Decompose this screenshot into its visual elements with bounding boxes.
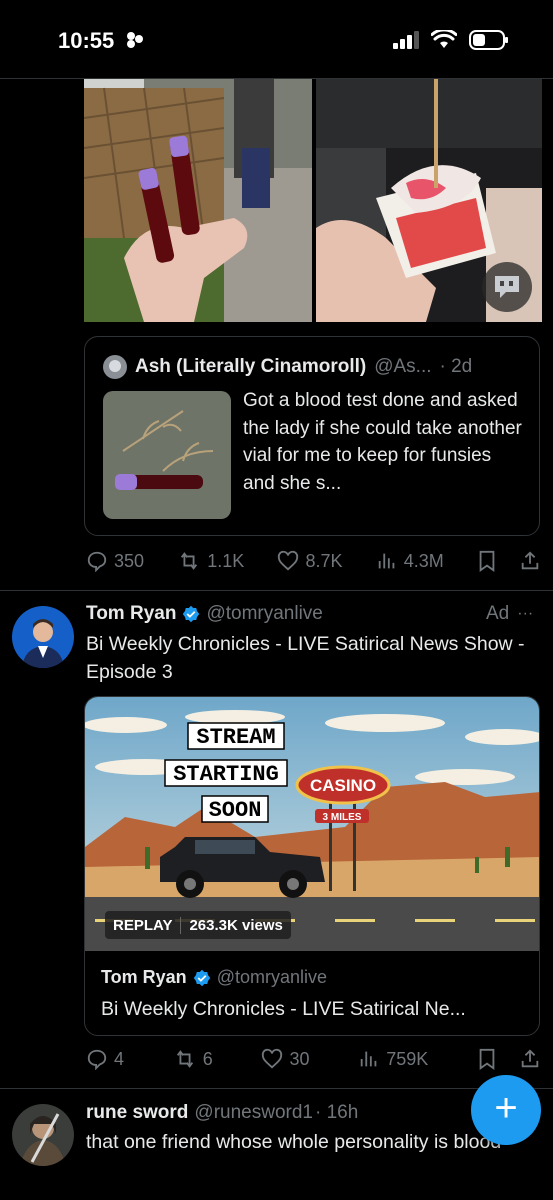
heart-icon [262, 1048, 283, 1069]
share-icon[interactable] [519, 1048, 541, 1070]
ad-author-name[interactable]: Tom Ryan [86, 603, 176, 625]
compose-plus-icon: + [494, 1086, 518, 1130]
more-options-icon[interactable]: ··· [517, 605, 533, 623]
views-count: 759K [386, 1048, 429, 1069]
thumbnail-casino-text: CASINO [310, 776, 376, 795]
status-icons [393, 30, 509, 50]
quoted-post-thumbnail [103, 391, 231, 519]
quoted-post-age: · 2d [439, 356, 473, 377]
card-title: Bi Weekly Chronicles - LIVE Satirical Ne… [101, 998, 466, 1020]
ad-label-group: Ad ··· [486, 603, 533, 625]
quoted-author-handle: @As... [374, 356, 432, 377]
ad-action-bar: 4 6 30 759K [86, 1046, 541, 1072]
reply-fab-bubble[interactable] [482, 262, 532, 312]
bookmark-icon[interactable] [477, 1048, 497, 1070]
repost-count: 6 [202, 1048, 213, 1069]
post-divider [0, 590, 553, 591]
bookmark-icon[interactable] [477, 550, 497, 572]
views-button[interactable]: 4.3M [376, 550, 444, 572]
post-image-blood-vials[interactable] [84, 78, 312, 322]
quoted-post-header: Ash (Literally Cinamoroll) @As... · 2d [103, 355, 472, 379]
video-views-label: 263.3K views [189, 916, 283, 934]
post3-text: that one friend whose whole personality … [86, 1131, 502, 1153]
card-author-row: Tom Ryan @tomryanlive [101, 967, 327, 988]
tom-ryan-avatar[interactable] [12, 606, 74, 668]
repost-icon [176, 1050, 193, 1068]
quoted-author-name: Ash (Literally Cinamoroll) [135, 356, 367, 377]
views-button[interactable]: 759K [358, 1048, 428, 1070]
like-count: 8.7K [305, 550, 343, 571]
verified-badge-icon [193, 969, 210, 986]
status-time: 10:55 [58, 28, 148, 54]
ad-label: Ad [486, 603, 510, 624]
repost-button[interactable]: 1.1K [177, 550, 244, 572]
post3-author-handle[interactable]: @runesword1 [194, 1102, 313, 1124]
like-button[interactable]: 8.7K [277, 550, 343, 572]
reply-button[interactable]: 4 [86, 1048, 124, 1070]
card-author-name: Tom Ryan [101, 967, 187, 987]
video-card[interactable]: STREAM STARTING SOON CASINO 3 MILES REPL… [84, 696, 540, 1036]
rune-sword-avatar[interactable] [12, 1104, 74, 1166]
quoted-post-text: Got a blood test done and asked the lady… [243, 390, 522, 494]
heart-icon [278, 550, 299, 571]
post3-header: rune sword @runesword1 · 16h [86, 1102, 358, 1124]
cellular-signal-icon [393, 31, 419, 49]
repost-button[interactable]: 6 [173, 1048, 213, 1070]
views-count: 4.3M [403, 550, 444, 571]
battery-icon [469, 30, 508, 50]
thumbnail-starting-text: STARTING [173, 762, 279, 787]
reply-button[interactable]: 350 [86, 550, 144, 572]
replay-label: REPLAY [105, 916, 182, 934]
quoted-author-avatar [103, 355, 127, 379]
reply-icon [87, 551, 107, 572]
ad-post-header: Tom Ryan @tomryanlive [86, 603, 323, 625]
quoted-post[interactable]: Ash (Literally Cinamoroll) @As... · 2d G… [84, 336, 540, 536]
repost-count: 1.1K [207, 550, 245, 571]
wifi-icon [431, 30, 457, 48]
share-icon[interactable] [519, 550, 541, 572]
reply-count: 350 [114, 550, 145, 571]
compose-post-button[interactable]: + [471, 1075, 541, 1145]
like-button[interactable]: 30 [261, 1048, 310, 1070]
post-divider [0, 1088, 553, 1089]
post1-action-bar: 350 1.1K 8.7K 4.3M [86, 548, 541, 574]
thumbnail-stream-text: STREAM [196, 725, 275, 750]
analytics-icon [360, 1051, 377, 1067]
thumbnail-miles-text: 3 MILES [323, 812, 362, 823]
like-count: 30 [289, 1048, 310, 1069]
reply-count: 4 [114, 1048, 125, 1069]
post3-author-name[interactable]: rune sword [86, 1102, 188, 1124]
ad-author-handle[interactable]: @tomryanlive [206, 603, 322, 625]
focus-mode-icon [127, 32, 144, 48]
replay-views-badge: REPLAY 263.3K views [105, 911, 291, 939]
post3-age: · 16h [314, 1102, 359, 1123]
card-author-handle: @tomryanlive [216, 967, 327, 987]
analytics-icon [378, 553, 395, 569]
ad-post-text: Bi Weekly Chronicles - LIVE Satirical Ne… [86, 633, 525, 683]
quote-reply-icon [495, 276, 519, 298]
thumbnail-soon-text: SOON [209, 798, 262, 823]
repost-icon [181, 552, 198, 570]
verified-badge-icon [183, 605, 200, 623]
reply-icon [87, 1049, 107, 1070]
status-bar: 10:55 [0, 0, 553, 79]
